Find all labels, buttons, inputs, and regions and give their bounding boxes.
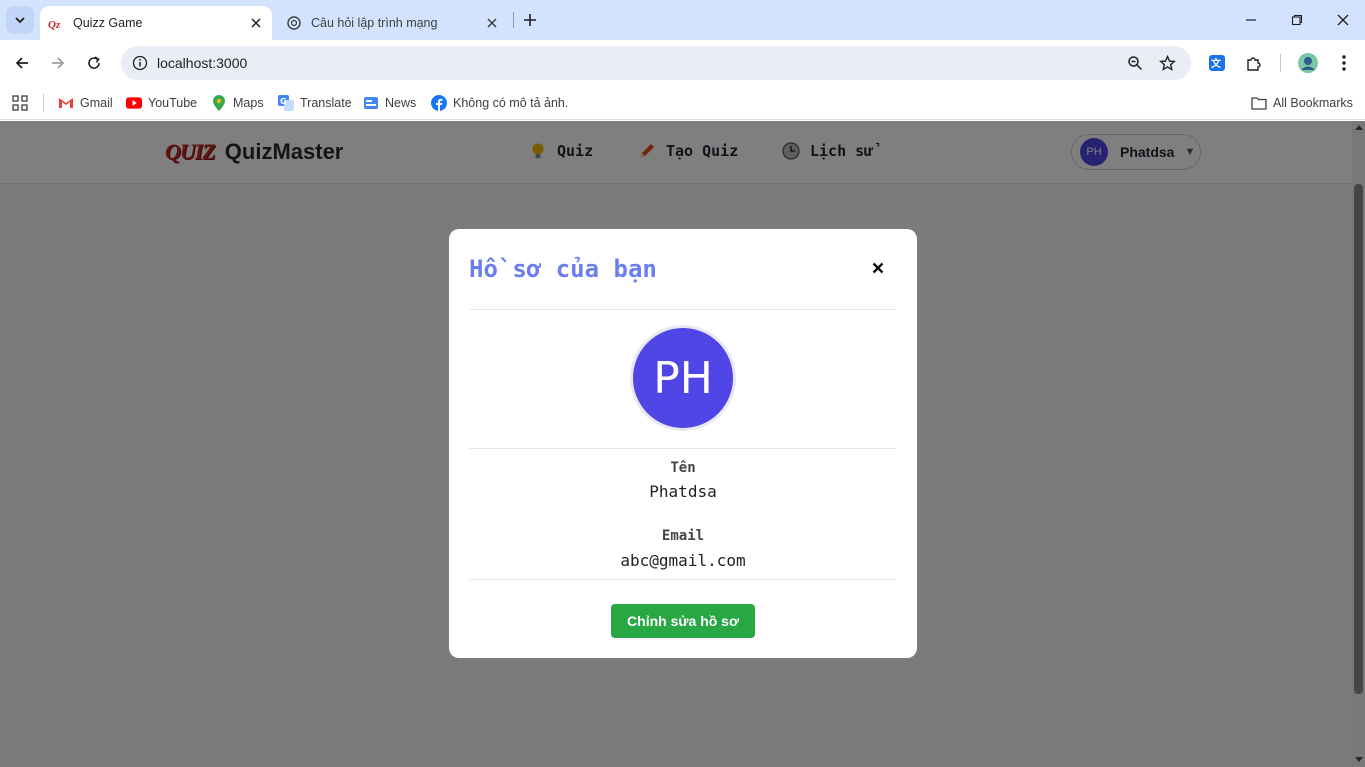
modal-divider	[469, 448, 896, 449]
translate-extension-icon[interactable]: 文	[1204, 50, 1230, 76]
modal-title: Hồ sơ của bạn	[469, 255, 657, 283]
restore-icon	[1291, 14, 1303, 26]
name-value: Phatdsa	[649, 482, 717, 501]
close-icon	[1337, 14, 1349, 26]
svg-text:G: G	[280, 97, 287, 106]
name-label: Tên	[670, 460, 696, 476]
close-modal-button[interactable]	[867, 257, 889, 279]
youtube-icon	[126, 95, 142, 111]
zoom-icon[interactable]	[1124, 52, 1146, 74]
browser-toolbar: localhost:3000 文	[0, 40, 1365, 86]
toolbar-separator	[1280, 54, 1281, 72]
tab-strip: Qz Quizz Game Câu hỏi lập trình mạng	[0, 0, 1365, 40]
gmail-icon	[58, 95, 74, 111]
close-window-button[interactable]	[1320, 0, 1365, 40]
svg-text:Qz: Qz	[48, 19, 61, 31]
back-button[interactable]	[7, 48, 37, 78]
all-bookmarks-button[interactable]: All Bookmarks	[1251, 92, 1353, 114]
url-text[interactable]: localhost:3000	[157, 55, 247, 71]
tab-title: Câu hỏi lập trình mạng	[311, 16, 438, 30]
bookmark-label: Không có mô tả ảnh.	[453, 96, 569, 110]
facebook-icon	[431, 95, 447, 111]
maps-icon	[211, 95, 227, 111]
arrow-left-icon	[15, 57, 28, 69]
bookmark-label: Maps	[233, 96, 264, 110]
close-tab-icon[interactable]	[246, 13, 266, 33]
bookmark-label: YouTube	[148, 96, 198, 110]
restore-button[interactable]	[1274, 0, 1320, 40]
tab-separator	[513, 12, 514, 28]
tab-quizz-game[interactable]: Qz Quizz Game	[40, 6, 272, 40]
plus-icon	[524, 14, 536, 26]
bookmark-youtube[interactable]: YouTube	[126, 92, 197, 114]
translate-icon: G	[278, 95, 294, 111]
tab-search-button[interactable]	[6, 6, 34, 34]
quiz-logo-icon: Qz	[48, 15, 64, 31]
bookmark-translate[interactable]: G Translate	[278, 92, 352, 114]
profile-modal: Hồ sơ của bạn PH Tên Phatdsa Email abc@g…	[449, 229, 917, 658]
bookmark-separator	[43, 94, 44, 112]
extensions-icon[interactable]	[1241, 50, 1267, 76]
tab-cau-hoi[interactable]: Câu hỏi lập trình mạng	[278, 6, 508, 40]
apps-grid-button[interactable]	[12, 92, 28, 114]
profile-avatar-icon[interactable]	[1295, 50, 1321, 76]
close-icon	[872, 262, 884, 274]
bookmark-star-icon[interactable]	[1156, 52, 1178, 74]
arrow-right-icon	[52, 57, 65, 69]
minimize-button[interactable]	[1228, 0, 1274, 40]
bookmark-gmail[interactable]: Gmail	[58, 92, 113, 114]
modal-divider	[469, 309, 896, 310]
profile-avatar: PH	[630, 325, 736, 431]
tab-title: Quizz Game	[73, 16, 143, 30]
bookmark-label: News	[385, 96, 417, 110]
chatgpt-icon	[286, 15, 302, 31]
apps-grid-icon	[12, 95, 28, 111]
folder-icon	[1251, 95, 1267, 111]
bookmark-news[interactable]: News	[363, 92, 416, 114]
svg-text:文: 文	[1211, 57, 1222, 70]
site-info-icon[interactable]	[129, 52, 151, 74]
bookmark-label: Gmail	[80, 96, 113, 110]
menu-kebab-icon[interactable]	[1331, 50, 1357, 76]
reload-button[interactable]	[79, 48, 109, 78]
minimize-icon	[1246, 19, 1256, 21]
new-tab-button[interactable]	[518, 8, 542, 32]
bookmark-facebook[interactable]: Không có mô tả ảnh.	[431, 92, 568, 114]
close-tab-icon[interactable]	[482, 13, 502, 33]
bookmark-label: Translate	[300, 96, 352, 110]
reload-icon	[88, 56, 100, 69]
email-label: Email	[661, 528, 705, 544]
all-bookmarks-label: All Bookmarks	[1273, 96, 1353, 110]
address-bar[interactable]: localhost:3000	[121, 46, 1191, 80]
page-viewport: QUIZ QuizMaster Quiz Tạo Quiz Lịch sử PH…	[0, 121, 1365, 767]
news-icon	[363, 95, 379, 111]
chevron-down-icon	[15, 17, 25, 24]
bookmark-maps[interactable]: Maps	[211, 92, 264, 114]
edit-profile-button[interactable]: Chỉnh sửa hồ sơ	[611, 604, 755, 638]
email-value: abc@gmail.com	[620, 551, 746, 570]
bookmarks-bar: Gmail YouTube Maps G Translate News Khôn…	[0, 86, 1365, 120]
forward-button[interactable]	[43, 48, 73, 78]
modal-divider	[469, 579, 896, 580]
